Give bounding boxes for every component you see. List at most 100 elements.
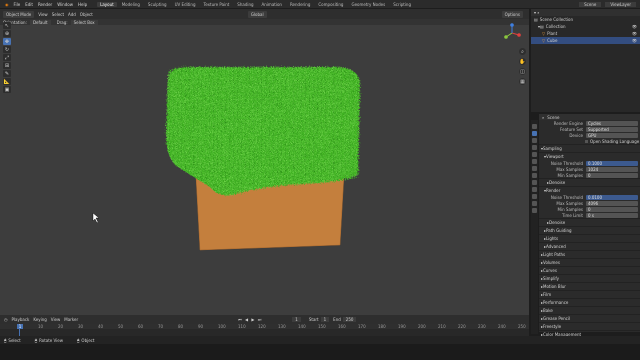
max-samples-field[interactable]: 1024 [586, 166, 638, 172]
camera-view-icon[interactable]: ◫ [519, 68, 526, 75]
scale-tool-icon[interactable]: ⤢ [3, 54, 11, 61]
pan-hand-icon[interactable]: ✋ [519, 58, 526, 65]
panel-lights[interactable]: ▸ Lights [539, 234, 640, 242]
tab-texture-paint[interactable]: Texture Paint [200, 2, 232, 7]
panel-render[interactable]: ▾ Render [539, 186, 640, 194]
outliner-row-scene-collection[interactable]: ▤ Scene Collection [531, 16, 640, 23]
menu-object[interactable]: Object [80, 12, 93, 17]
orientation-dropdown[interactable]: Global [247, 10, 267, 18]
render-min-samples-field[interactable]: 0 [586, 206, 638, 212]
panel-viewport-denoise[interactable]: ▸ Denoise [539, 178, 640, 186]
tab-animation[interactable]: Animation [259, 2, 285, 7]
panel-viewport[interactable]: ▾ Viewport [539, 152, 640, 160]
playback-controls[interactable]: ⏮ ◀ ▶ ⏭ [238, 317, 262, 322]
panel-performance[interactable]: ▸ Performance [539, 298, 640, 306]
visibility-eye-icon[interactable]: 👁 [632, 38, 637, 43]
scene-selector[interactable]: Scene [579, 1, 602, 7]
panel-bake[interactable]: ▸ Bake [539, 306, 640, 314]
tab-modeling[interactable]: Modeling [119, 2, 143, 7]
move-tool-icon[interactable]: ✥ [3, 38, 11, 45]
material-tab-icon[interactable] [532, 208, 537, 213]
tool-tab-icon[interactable] [532, 124, 537, 129]
measure-tool-icon[interactable]: 📐 [3, 78, 11, 85]
menu-edit[interactable]: Edit [25, 2, 33, 7]
panel-film[interactable]: ▸ Film [539, 290, 640, 298]
mode-dropdown[interactable]: Object Mode [3, 10, 35, 18]
tab-compositing[interactable]: Compositing [315, 2, 346, 7]
visibility-eye-icon[interactable]: 👁 [632, 31, 637, 36]
tab-shading[interactable]: Shading [234, 2, 256, 7]
view-layer-selector[interactable]: ViewLayer [605, 1, 636, 7]
rotate-tool-icon[interactable]: ↻ [3, 46, 11, 53]
menu-render[interactable]: Render [38, 2, 52, 7]
particles-tab-icon[interactable] [532, 180, 537, 185]
3d-viewport[interactable] [0, 25, 529, 315]
noise-threshold-field[interactable]: 0.1000 [586, 160, 638, 166]
render-noise-threshold-field[interactable]: 0.0100 [586, 194, 638, 200]
feature-set-dropdown[interactable]: Supported [586, 126, 638, 132]
menu-add[interactable]: Add [68, 12, 76, 17]
panel-motion-blur[interactable]: ▸ Motion Blur [539, 282, 640, 290]
scene-tab-icon[interactable] [532, 152, 537, 157]
menu-help[interactable]: Help [78, 2, 87, 7]
data-tab-icon[interactable] [532, 201, 537, 206]
select-tool-icon[interactable]: ↖ [3, 22, 11, 29]
perspective-grid-icon[interactable]: ▦ [519, 78, 526, 85]
filter-icon[interactable]: ▾ ⌕ [534, 10, 540, 15]
panel-sampling[interactable]: ▾ Sampling [539, 144, 640, 152]
panel-path-guiding[interactable]: ▸ Path Guiding [539, 226, 640, 234]
panel-simplify[interactable]: ▸ Simplify [539, 274, 640, 282]
object-tab-icon[interactable] [532, 166, 537, 171]
visibility-eye-icon[interactable]: 👁 [632, 24, 637, 29]
orientation-default[interactable]: Default [29, 19, 51, 25]
osl-checkbox[interactable] [585, 139, 588, 143]
timeline-area[interactable]: 0102030405060708090100110120130140150160… [0, 324, 529, 336]
render-engine-dropdown[interactable]: Cycles [586, 120, 638, 126]
menu-window[interactable]: Window [57, 2, 73, 7]
device-dropdown[interactable]: GPU [586, 132, 638, 138]
menu-view[interactable]: View [38, 12, 48, 17]
tab-uv-editing[interactable]: UV Editing [172, 2, 199, 7]
panel-curves[interactable]: ▸ Curves [539, 266, 640, 274]
constraints-tab-icon[interactable] [532, 194, 537, 199]
annotate-tool-icon[interactable]: ✎ [3, 70, 11, 77]
panel-light-paths[interactable]: ▸ Light Paths [539, 250, 640, 258]
menu-keying[interactable]: Keying [33, 317, 46, 322]
add-cube-tool-icon[interactable]: ▣ [3, 86, 11, 93]
start-frame-field[interactable]: 1 [320, 317, 330, 322]
modifier-tab-icon[interactable] [532, 173, 537, 178]
current-frame-field[interactable]: 1 [292, 317, 301, 322]
zoom-icon[interactable]: ⌕ [519, 48, 526, 55]
navigation-gizmo[interactable] [502, 23, 522, 43]
panel-advanced[interactable]: ▸ Advanced [539, 242, 640, 250]
panel-denoise[interactable]: ▸ Denoise [539, 218, 640, 226]
physics-tab-icon[interactable] [532, 187, 537, 192]
outliner-row-cube[interactable]: ▽ Cube 👁 [531, 37, 640, 44]
select-box-dropdown[interactable]: Select Box [70, 19, 98, 25]
tab-sculpting[interactable]: Sculpting [145, 2, 170, 7]
outliner-row-plant[interactable]: ▽ Plant 👁 [531, 30, 640, 37]
menu-select[interactable]: Select [52, 12, 64, 17]
cursor-tool-icon[interactable]: ⊕ [3, 30, 11, 37]
menu-file[interactable]: File [14, 2, 21, 7]
panel-volumes[interactable]: ▸ Volumes [539, 258, 640, 266]
search-icon[interactable]: ⌕ [542, 115, 544, 120]
time-limit-field[interactable]: 0 s [586, 212, 638, 218]
render-max-samples-field[interactable]: 4096 [586, 200, 638, 206]
render-tab-icon[interactable] [532, 131, 537, 136]
options-dropdown[interactable]: Options [501, 10, 523, 18]
blender-logo-icon[interactable]: ◉ [5, 2, 9, 7]
timeline-editor-icon[interactable]: ◷ [4, 317, 8, 322]
panel-freestyle[interactable]: ▸ Freestyle [539, 322, 640, 330]
output-tab-icon[interactable] [532, 138, 537, 143]
end-frame-field[interactable]: 250 [342, 317, 357, 322]
tab-rendering[interactable]: Rendering [287, 2, 313, 7]
world-tab-icon[interactable] [532, 159, 537, 164]
tab-geometry-nodes[interactable]: Geometry Nodes [348, 2, 388, 7]
view-layer-tab-icon[interactable] [532, 145, 537, 150]
menu-marker[interactable]: Marker [64, 317, 78, 322]
panel-grease-pencil[interactable]: ▸ Grease Pencil [539, 314, 640, 322]
transform-tool-icon[interactable]: ⊞ [3, 62, 11, 69]
tab-layout[interactable]: Layout [97, 1, 117, 7]
menu-view-timeline[interactable]: View [51, 317, 61, 322]
